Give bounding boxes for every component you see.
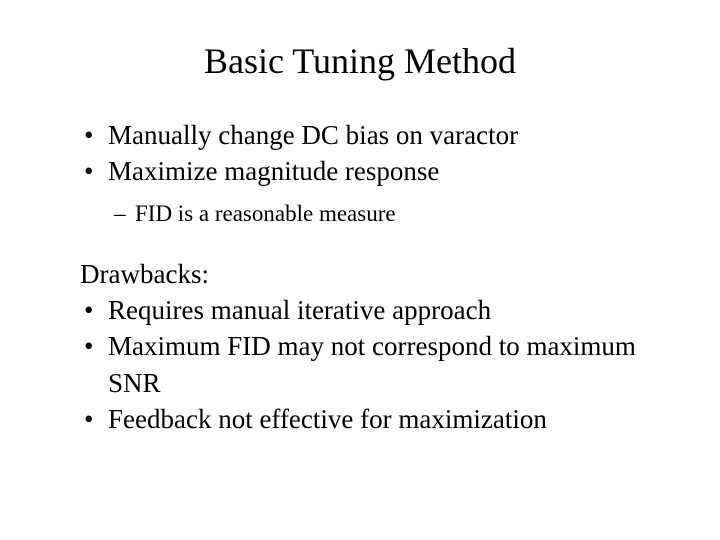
sub-bullet-list: FID is a reasonable measure <box>80 198 640 229</box>
main-bullet-list-2: Requires manual iterative approach Maxim… <box>80 292 640 438</box>
bullet-item: Maximum FID may not correspond to maximu… <box>80 328 640 401</box>
bullet-item: Requires manual iterative approach <box>80 292 640 328</box>
bullet-item: Manually change DC bias on varactor <box>80 117 640 153</box>
sub-bullet-item: FID is a reasonable measure <box>80 198 640 229</box>
bullet-item: Feedback not effective for maximization <box>80 401 640 437</box>
main-bullet-list-1: Manually change DC bias on varactor Maxi… <box>80 117 640 190</box>
slide-title: Basic Tuning Method <box>80 40 640 82</box>
drawbacks-label: Drawbacks: <box>80 259 640 290</box>
bullet-item: Maximize magnitude response <box>80 153 640 189</box>
